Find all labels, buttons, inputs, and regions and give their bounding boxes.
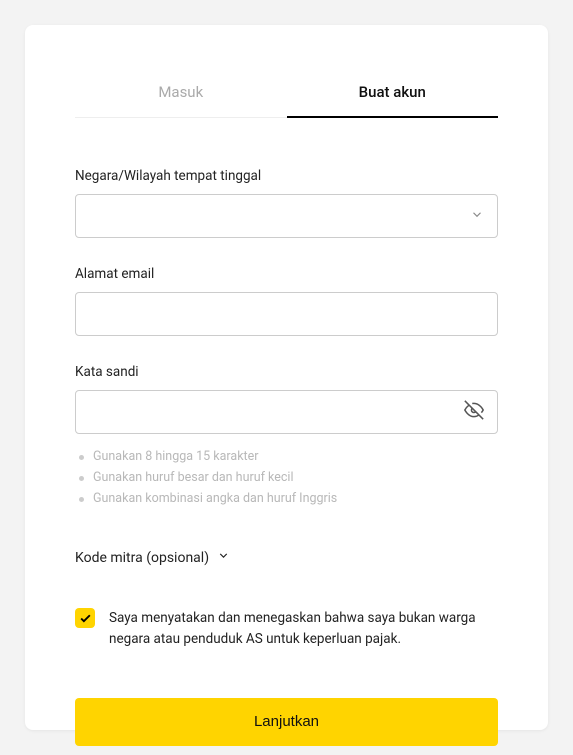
country-input[interactable] — [75, 194, 498, 238]
password-hint: Gunakan 8 hingga 15 karakter — [75, 446, 498, 467]
country-group: Negara/Wilayah tempat tinggal — [75, 168, 498, 238]
password-hint: Gunakan huruf besar dan huruf kecil — [75, 467, 498, 488]
password-hints: Gunakan 8 hingga 15 karakter Gunakan hur… — [75, 446, 498, 509]
email-label: Alamat email — [75, 266, 498, 282]
password-label: Kata sandi — [75, 364, 498, 380]
tax-declaration: Saya menyatakan dan menegaskan bahwa say… — [75, 608, 498, 650]
eye-off-icon[interactable] — [464, 400, 484, 424]
country-select[interactable] — [75, 194, 498, 238]
password-hint: Gunakan kombinasi angka dan huruf Inggri… — [75, 488, 498, 509]
email-group: Alamat email — [75, 266, 498, 336]
declaration-checkbox[interactable] — [75, 608, 95, 628]
signup-card: Masuk Buat akun Negara/Wilayah tempat ti… — [25, 25, 548, 730]
password-input[interactable] — [75, 390, 498, 434]
partner-code-label: Kode mitra (opsional) — [75, 550, 209, 566]
chevron-down-icon — [217, 549, 230, 566]
tab-signup[interactable]: Buat akun — [287, 65, 499, 118]
country-label: Negara/Wilayah tempat tinggal — [75, 168, 498, 184]
auth-tabs: Masuk Buat akun — [75, 65, 498, 118]
password-group: Kata sandi Gunakan 8 hingga 15 karakter … — [75, 364, 498, 509]
tab-login[interactable]: Masuk — [75, 65, 287, 117]
declaration-text: Saya menyatakan dan menegaskan bahwa say… — [109, 608, 498, 650]
partner-code-toggle[interactable]: Kode mitra (opsional) — [75, 549, 498, 566]
continue-button[interactable]: Lanjutkan — [75, 698, 498, 746]
email-input[interactable] — [75, 292, 498, 336]
